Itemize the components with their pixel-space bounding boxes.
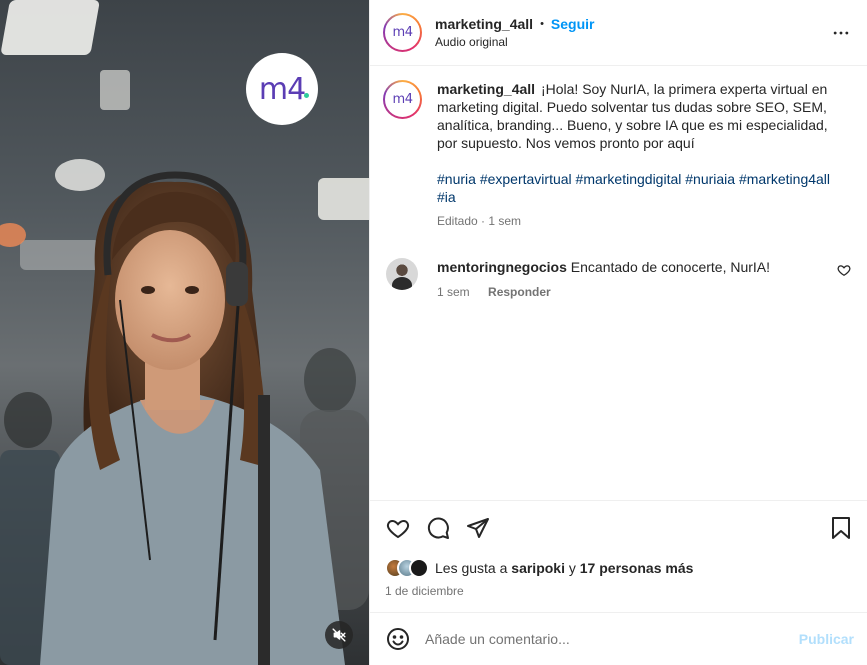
follow-button[interactable]: Seguir xyxy=(551,16,595,32)
instagram-post: m4 m4 marketing_4all • Seguir Audio orig… xyxy=(0,0,867,665)
liker-username[interactable]: saripoki xyxy=(511,560,565,576)
caption-meta: Editado · 1 sem xyxy=(437,214,522,228)
likes-text: Les gusta a saripoki y 17 personas más xyxy=(435,560,693,576)
likes-others-link[interactable]: 17 personas más xyxy=(580,560,694,576)
liker-avatar xyxy=(409,558,429,578)
caption-avatar[interactable]: m4 xyxy=(383,80,422,119)
author-avatar-text: m4 xyxy=(385,15,420,50)
header-separator: • xyxy=(540,18,544,30)
action-icons xyxy=(385,501,854,553)
comments-section[interactable]: m4 marketing_4all ¡Hola! Soy NurIA, la p… xyxy=(370,66,867,500)
share-button[interactable] xyxy=(465,515,491,541)
hashtag-link[interactable]: #marketing4all xyxy=(739,171,830,187)
comment-icon xyxy=(427,517,449,539)
mute-button[interactable] xyxy=(325,621,353,649)
hashtag-link[interactable]: #marketingdigital xyxy=(576,171,682,187)
comment-body: mentoringnegocios Encantado de conocerte… xyxy=(437,258,837,301)
likes-summary: Les gusta a saripoki y 17 personas más xyxy=(385,553,854,583)
publish-button[interactable]: Publicar xyxy=(799,631,854,647)
comment-time[interactable]: 1 sem xyxy=(437,285,470,299)
more-options-icon xyxy=(833,31,849,34)
post-date[interactable]: 1 de diciembre xyxy=(385,584,854,598)
comment-input[interactable] xyxy=(425,631,799,647)
author-avatar[interactable]: m4 xyxy=(383,13,422,52)
reply-button[interactable]: Responder xyxy=(488,285,551,299)
likes-connector: y xyxy=(568,560,576,576)
save-button[interactable] xyxy=(828,515,854,541)
caption-username[interactable]: marketing_4all xyxy=(437,81,535,97)
comment-button[interactable] xyxy=(425,515,451,541)
heart-icon xyxy=(386,519,410,539)
audio-label[interactable]: Audio original xyxy=(435,35,829,49)
share-icon xyxy=(467,518,489,538)
bookmark-icon xyxy=(832,517,850,539)
caption-avatar-text: m4 xyxy=(385,82,420,117)
likes-prefix: Les gusta a xyxy=(435,560,508,576)
brand-logo-text: m4 xyxy=(258,71,306,107)
liker-avatars[interactable] xyxy=(385,558,429,578)
like-button[interactable] xyxy=(385,515,411,541)
post-header: m4 marketing_4all • Seguir Audio origina… xyxy=(370,0,867,66)
more-options-button[interactable] xyxy=(829,21,853,45)
post-video[interactable]: m4 xyxy=(0,0,369,665)
hashtag-link[interactable]: #nuriaia xyxy=(685,171,735,187)
comment-heart-icon[interactable] xyxy=(837,263,851,277)
mute-icon xyxy=(332,628,346,642)
add-comment-bar: Publicar xyxy=(370,612,867,665)
brand-logo-dot xyxy=(304,93,309,98)
post-side-panel: m4 marketing_4all • Seguir Audio origina… xyxy=(369,0,867,665)
caption-body: marketing_4all ¡Hola! Soy NurIA, la prim… xyxy=(437,80,851,230)
comment-item: mentoringnegocios Encantado de conocerte… xyxy=(383,258,851,301)
author-info: marketing_4all • Seguir Audio original xyxy=(435,16,829,49)
post-actions: Les gusta a saripoki y 17 personas más 1… xyxy=(370,500,867,612)
brand-logo-overlay: m4 xyxy=(246,53,318,125)
author-username[interactable]: marketing_4all xyxy=(435,16,533,32)
comment-meta: 1 sem Responder xyxy=(437,283,837,301)
hashtag-link[interactable]: #expertavirtual xyxy=(480,171,572,187)
commenter-username[interactable]: mentoringnegocios xyxy=(437,259,567,275)
comment-text: Encantado de conocerte, NurIA! xyxy=(570,259,771,275)
commenter-avatar[interactable] xyxy=(386,258,418,290)
emoji-button[interactable] xyxy=(385,626,411,652)
caption-hashtags: #nuria #expertavirtual #marketingdigital… xyxy=(437,170,851,206)
emoji-icon xyxy=(387,628,409,650)
caption: m4 marketing_4all ¡Hola! Soy NurIA, la p… xyxy=(383,80,851,230)
hashtag-link[interactable]: #nuria xyxy=(437,171,476,187)
hashtag-link[interactable]: #ia xyxy=(437,189,456,205)
